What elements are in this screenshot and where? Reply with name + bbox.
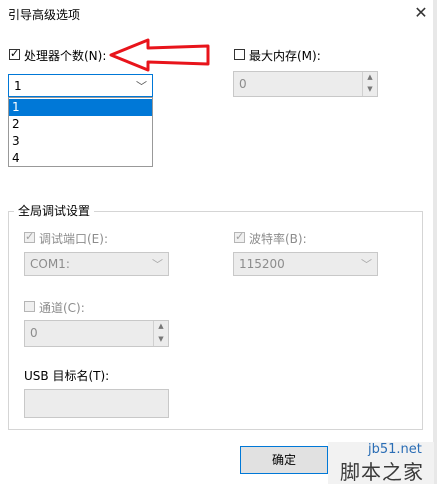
channel-spinner[interactable]: 0 ▲ ▼ xyxy=(24,320,169,347)
dropdown-option[interactable]: 2 xyxy=(9,116,152,133)
max-memory-label[interactable]: 最大内存(M): xyxy=(249,47,321,64)
debug-port-label: 调试端口(E): xyxy=(39,232,108,246)
max-memory-spinner[interactable]: 0 ▲ ▼ xyxy=(233,71,378,97)
usb-target-label: USB 目标名(T): xyxy=(24,369,110,383)
global-debug-title: 全局调试设置 xyxy=(14,202,95,219)
dropdown-option[interactable]: 4 xyxy=(9,150,152,167)
spin-down-icon[interactable]: ▼ xyxy=(154,334,168,347)
spinner-buttons: ▲ ▼ xyxy=(153,321,168,346)
baud-rate-combobox[interactable]: 115200 ﹀ xyxy=(233,252,378,276)
channel-checkbox[interactable] xyxy=(24,301,35,312)
processors-label[interactable]: 处理器个数(N): xyxy=(24,47,106,64)
arrow-annotation xyxy=(109,38,210,72)
max-memory-checkbox[interactable] xyxy=(234,49,245,60)
ok-button[interactable]: 确定 xyxy=(240,446,328,474)
chevron-down-icon[interactable]: ﹀ xyxy=(152,256,163,272)
chevron-down-icon[interactable]: ﹀ xyxy=(136,78,147,94)
close-icon[interactable]: ✕ xyxy=(411,4,431,22)
channel-value: 0 xyxy=(30,326,38,340)
processors-selected-value: 1 xyxy=(14,79,22,93)
spinner-buttons: ▲ ▼ xyxy=(362,72,377,96)
processors-checkbox[interactable] xyxy=(9,47,20,61)
spin-down-icon[interactable]: ▼ xyxy=(363,84,377,96)
usb-target-input[interactable] xyxy=(24,389,169,418)
baud-rate-checkbox[interactable] xyxy=(234,230,245,244)
window-edge xyxy=(433,0,437,484)
debug-port-combobox[interactable]: COM1: ﹀ xyxy=(24,252,169,276)
baud-rate-value: 115200 xyxy=(239,257,285,271)
window-title: 引导高级选项 xyxy=(8,8,81,22)
max-memory-value: 0 xyxy=(239,77,247,91)
spin-up-icon[interactable]: ▲ xyxy=(363,72,377,84)
watermark-name: 脚本之家 xyxy=(340,460,424,484)
spin-up-icon[interactable]: ▲ xyxy=(154,321,168,334)
debug-port-checkbox[interactable] xyxy=(24,230,35,244)
processors-combobox[interactable]: 1 ﹀ xyxy=(8,74,153,97)
baud-rate-label: 波特率(B): xyxy=(249,232,307,246)
dropdown-option[interactable]: 1 xyxy=(9,99,152,116)
watermark-site: jb51.net xyxy=(368,442,422,457)
dropdown-option[interactable]: 3 xyxy=(9,133,152,150)
channel-label: 通道(C): xyxy=(39,301,85,315)
processors-dropdown-list[interactable]: 1 2 3 4 xyxy=(8,97,153,167)
chevron-down-icon[interactable]: ﹀ xyxy=(361,256,372,272)
debug-port-value: COM1: xyxy=(30,257,70,271)
